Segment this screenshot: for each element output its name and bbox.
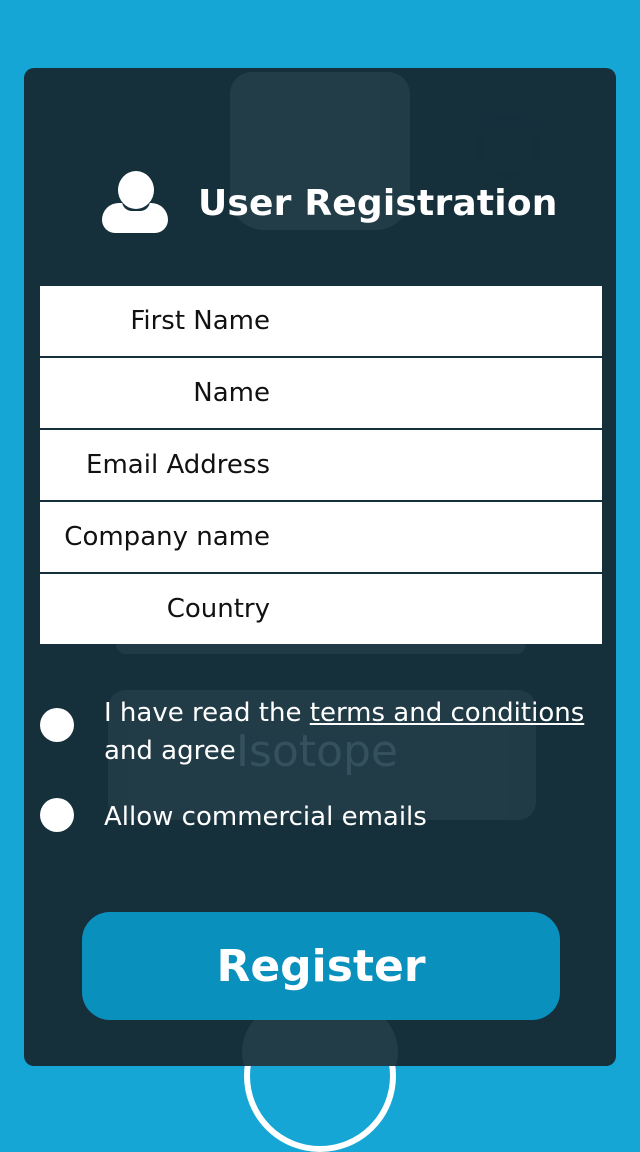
page-title: User Registration [198, 182, 558, 224]
terms-row: I have read the terms and conditions and… [40, 694, 584, 770]
emails-row: Allow commercial emails [40, 798, 427, 836]
email-field[interactable]: Email Address [40, 430, 602, 500]
terms-link[interactable]: terms and conditions [310, 698, 585, 728]
terms-suffix: and agree [104, 736, 236, 766]
name-input[interactable] [286, 366, 590, 420]
terms-prefix: I have read the [104, 698, 310, 728]
company-label: Company name [64, 522, 270, 552]
company-field[interactable]: Company name [40, 502, 602, 572]
name-label: Name [193, 378, 270, 408]
email-label: Email Address [86, 450, 270, 480]
user-icon [100, 171, 170, 235]
country-input[interactable] [286, 582, 590, 636]
emails-radio[interactable] [40, 798, 74, 832]
header: User Registration [100, 168, 558, 238]
email-input[interactable] [286, 438, 590, 492]
first-name-field[interactable]: First Name [40, 286, 602, 356]
terms-radio[interactable] [40, 708, 74, 742]
registration-form: First Name Name Email Address Company na… [40, 286, 602, 646]
register-button[interactable]: Register [82, 912, 560, 1020]
country-label: Country [166, 594, 270, 624]
first-name-label: First Name [130, 306, 270, 336]
first-name-input[interactable] [286, 294, 590, 348]
terms-text: I have read the terms and conditions and… [104, 694, 584, 770]
registration-card: Isotope User Registration First Name Nam… [24, 68, 616, 1066]
emails-label: Allow commercial emails [104, 802, 427, 832]
name-field[interactable]: Name [40, 358, 602, 428]
company-input[interactable] [286, 510, 590, 564]
country-field[interactable]: Country [40, 574, 602, 644]
